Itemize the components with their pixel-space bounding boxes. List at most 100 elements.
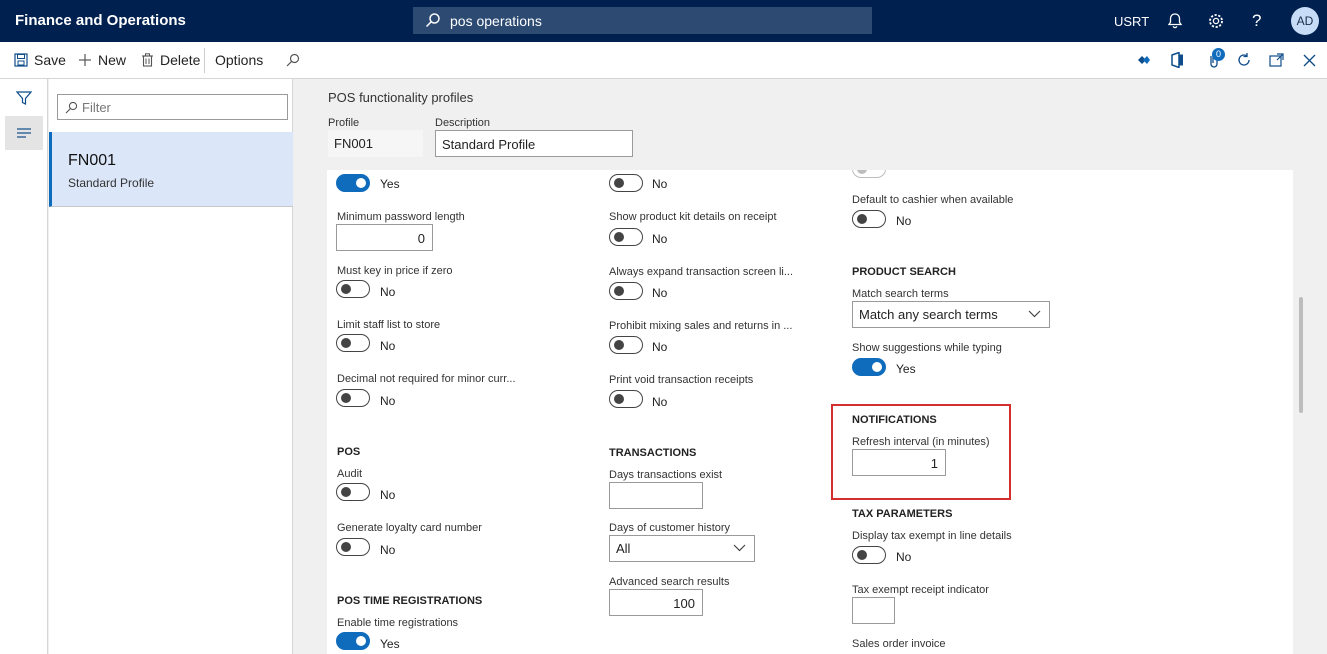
global-search[interactable]: pos operations [413, 7, 872, 34]
list-item-id: FN001 [68, 152, 117, 169]
trash-icon [142, 53, 153, 67]
loyalty-toggle[interactable] [336, 538, 370, 556]
limit-staff-toggle[interactable] [336, 334, 370, 352]
expand-toggle[interactable] [609, 282, 643, 300]
expand-value: No [652, 286, 668, 300]
list-item-description: Standard Profile [68, 176, 155, 190]
description-field[interactable]: Standard Profile [435, 130, 633, 157]
decimal-label: Decimal not required for minor curr... [337, 373, 516, 385]
close-icon[interactable] [1303, 54, 1322, 67]
search-icon [425, 13, 440, 28]
cashier-label: Default to cashier when available [852, 194, 1014, 206]
chevron-down-icon [1028, 310, 1041, 318]
enable-time-value: Yes [380, 637, 400, 651]
suggestions-toggle[interactable] [852, 358, 886, 376]
detail-content: POS functionality profiles Profile FN001… [301, 79, 1327, 654]
mixing-toggle[interactable] [609, 336, 643, 354]
description-label: Description [435, 117, 491, 129]
save-icon [14, 53, 28, 67]
loyalty-label: Generate loyalty card number [337, 522, 482, 534]
min-password-input[interactable]: 0 [336, 224, 433, 251]
top-toggle-col2-value: No [652, 177, 668, 191]
page-caption: POS functionality profiles [328, 90, 474, 105]
kit-label: Show product kit details on receipt [609, 211, 777, 223]
top-bar: Finance and Operations pos operations US… [0, 0, 1327, 42]
suggestions-label: Show suggestions while typing [852, 342, 1002, 354]
audit-toggle[interactable] [336, 483, 370, 501]
list-view-icon[interactable] [5, 116, 43, 150]
attachments-icon[interactable]: 0 [1208, 48, 1226, 68]
avatar[interactable]: AD [1291, 7, 1319, 35]
void-toggle[interactable] [609, 390, 643, 408]
bell-icon[interactable] [1166, 12, 1184, 35]
profile-field[interactable]: FN001 [328, 130, 423, 157]
action-bar: Save New Delete Options 0 [0, 42, 1327, 79]
options-tab[interactable]: Options [215, 52, 263, 68]
audit-value: No [380, 488, 396, 502]
top-toggle-col1-value: Yes [380, 177, 400, 191]
filter-input[interactable]: Filter [57, 94, 288, 120]
new-button[interactable]: New [78, 52, 126, 68]
advanced-input[interactable]: 100 [609, 589, 703, 616]
days-exist-input[interactable] [609, 482, 703, 509]
delete-button[interactable]: Delete [141, 52, 200, 68]
mixing-value: No [652, 340, 668, 354]
history-label: Days of customer history [609, 522, 731, 534]
limit-staff-label: Limit staff list to store [337, 319, 441, 331]
tax-parameters-section-header: TAX PARAMETERS [852, 508, 953, 520]
days-exist-label: Days transactions exist [609, 469, 723, 481]
open-new-window-icon[interactable] [1269, 53, 1290, 67]
company-picker[interactable]: USRT [1114, 0, 1149, 42]
delete-label: Delete [160, 52, 201, 68]
action-search-icon[interactable] [286, 53, 306, 67]
vertical-scrollbar[interactable] [1299, 297, 1303, 413]
cut-off-toggle[interactable] [852, 170, 886, 178]
match-label: Match search terms [852, 288, 949, 300]
decimal-value: No [380, 394, 396, 408]
sales-order-label: Sales order invoice [852, 638, 946, 650]
tax-exempt-label: Display tax exempt in line details [852, 530, 1012, 542]
decimal-toggle[interactable] [336, 389, 370, 407]
product-search-section-header: PRODUCT SEARCH [852, 266, 956, 278]
cashier-toggle[interactable] [852, 210, 886, 228]
tax-indicator-input[interactable] [852, 597, 895, 624]
time-registrations-section-header: POS TIME REGISTRATIONS [337, 595, 483, 607]
top-toggle-col1[interactable] [336, 174, 370, 192]
min-password-label: Minimum password length [337, 211, 465, 223]
save-button[interactable]: Save [14, 52, 66, 68]
search-icon [65, 101, 78, 114]
match-select-value: Match any search terms [859, 307, 998, 322]
match-select[interactable]: Match any search terms [852, 301, 1050, 328]
refresh-icon[interactable] [1236, 52, 1258, 68]
search-input[interactable]: pos operations [450, 13, 542, 29]
tax-exempt-toggle[interactable] [852, 546, 886, 564]
app-title[interactable]: Finance and Operations [15, 12, 186, 29]
mixing-label: Prohibit mixing sales and returns in ... [609, 320, 793, 332]
office-icon[interactable] [1171, 52, 1190, 68]
left-rail [0, 79, 48, 654]
gear-icon[interactable] [1207, 12, 1225, 35]
power-apps-icon[interactable] [1137, 54, 1157, 66]
chevron-down-icon [733, 544, 746, 552]
key-in-price-value: No [380, 285, 396, 299]
filter-pane-icon[interactable] [5, 81, 43, 115]
key-in-price-label: Must key in price if zero [337, 265, 453, 277]
expand-label: Always expand transaction screen li... [609, 266, 794, 278]
kit-toggle[interactable] [609, 228, 643, 246]
enable-time-toggle[interactable] [336, 632, 370, 650]
audit-label: Audit [337, 468, 363, 480]
help-icon[interactable]: ? [1252, 11, 1261, 31]
history-select-value: All [616, 541, 631, 556]
key-in-price-toggle[interactable] [336, 280, 370, 298]
attachments-badge: 0 [1212, 48, 1225, 61]
void-value: No [652, 395, 668, 409]
history-select[interactable]: All [609, 535, 755, 562]
suggestions-value: Yes [896, 362, 916, 376]
tax-exempt-value: No [896, 550, 912, 564]
top-toggle-col2[interactable] [609, 174, 643, 192]
new-label: New [98, 52, 127, 68]
limit-staff-value: No [380, 339, 396, 353]
list-item[interactable]: FN001 Standard Profile [49, 132, 293, 207]
profile-label: Profile [328, 117, 360, 129]
advanced-label: Advanced search results [609, 576, 730, 588]
